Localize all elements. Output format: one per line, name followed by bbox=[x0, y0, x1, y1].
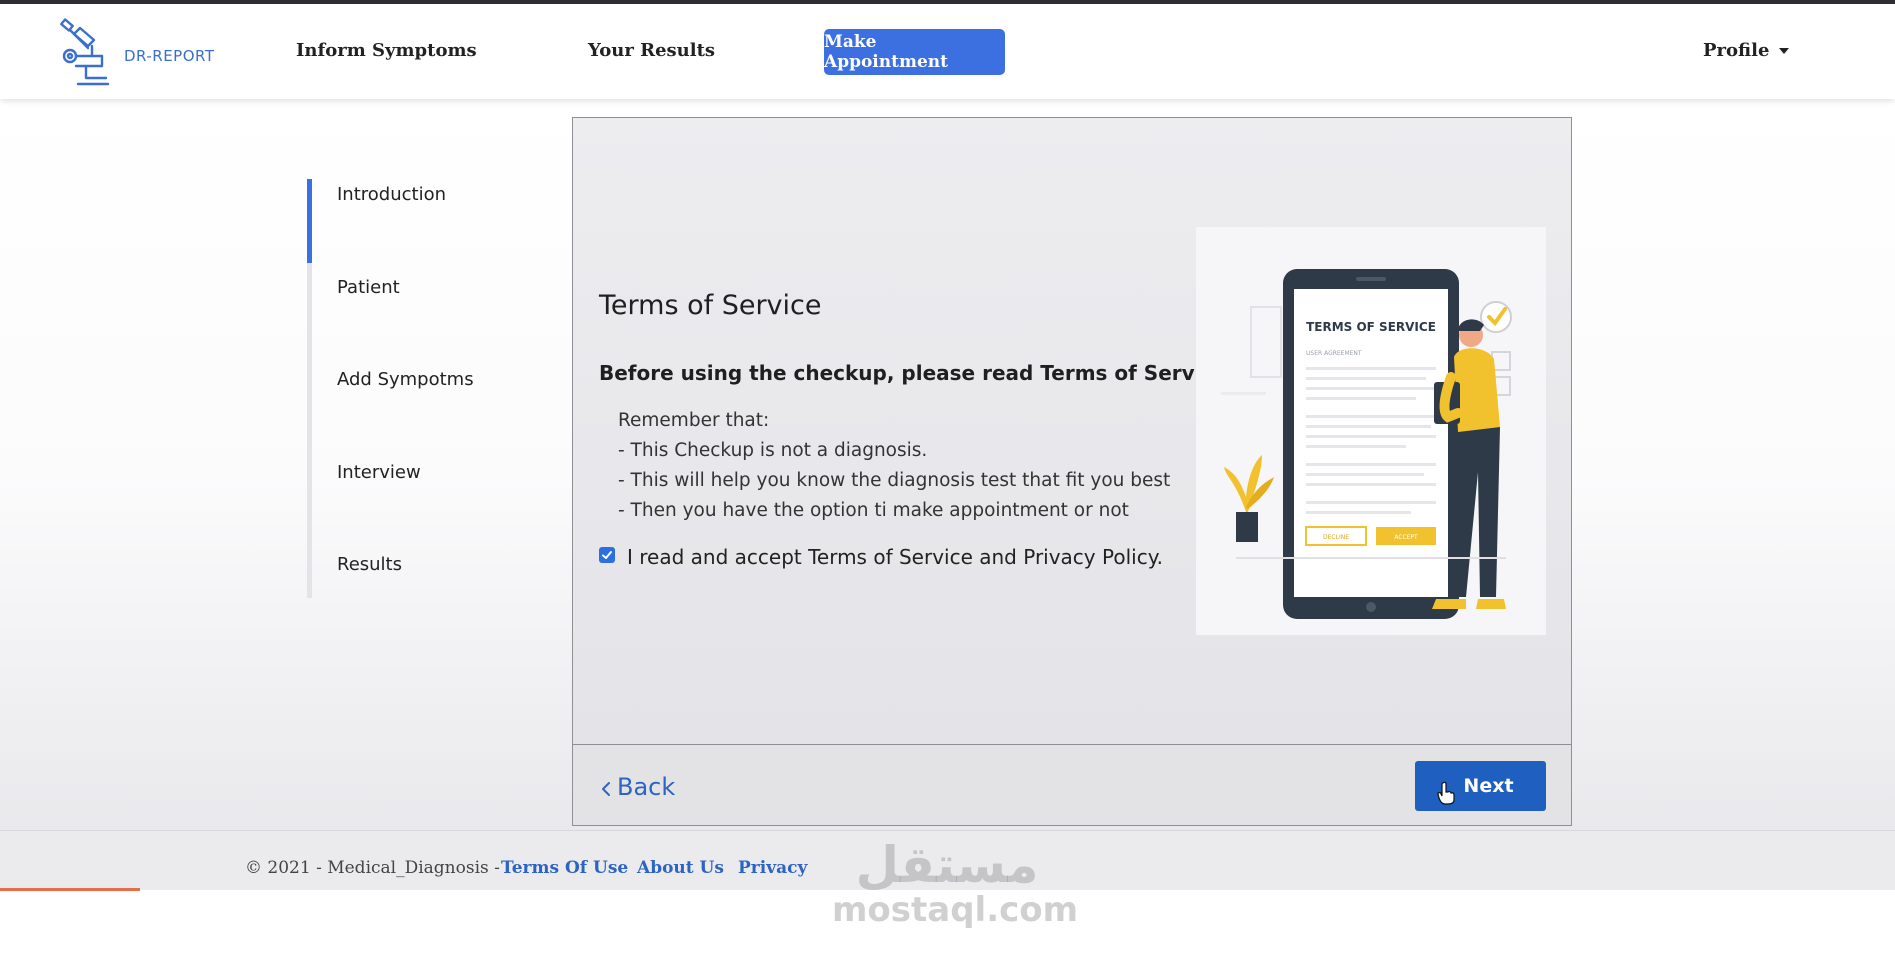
chevron-left-icon bbox=[602, 782, 610, 796]
step-interview[interactable]: Interview bbox=[337, 462, 421, 483]
watermark-arabic: مستقل bbox=[855, 836, 1039, 894]
accept-terms-label: I read and accept Terms of Service and P… bbox=[627, 545, 1164, 569]
footer-about-link[interactable]: About Us bbox=[637, 858, 724, 878]
nav-inform-symptoms[interactable]: Inform Symptoms bbox=[296, 40, 477, 61]
footer-accent-bar bbox=[0, 888, 140, 891]
footer-copyright: © 2021 - Medical_Diagnosis - bbox=[245, 858, 500, 878]
terms-illustration-art: TERMS OF SERVICE USER AGREEMENT DECLINE … bbox=[1221, 269, 1512, 619]
illustration-heading: TERMS OF SERVICE bbox=[1306, 320, 1436, 334]
checkup-card: Terms of Service Before using the checku… bbox=[572, 117, 1572, 826]
footer-privacy-link[interactable]: Privacy bbox=[738, 858, 807, 878]
lead-text: Before using the checkup, please read Te… bbox=[599, 361, 1235, 385]
accept-terms-checkbox[interactable] bbox=[599, 547, 615, 563]
watermark: مستقل mostaql.com bbox=[832, 836, 1079, 930]
hand-cursor-icon bbox=[1437, 781, 1455, 805]
navbar: DR-REPORT Inform Symptoms Your Results M… bbox=[0, 4, 1895, 99]
step-results[interactable]: Results bbox=[337, 554, 402, 575]
nav-your-results[interactable]: Your Results bbox=[588, 40, 715, 61]
list-item: - Then you have the option ti make appoi… bbox=[618, 500, 1129, 521]
card-body: Terms of Service Before using the checku… bbox=[573, 118, 1571, 744]
accept-terms-row: I read and accept Terms of Service and P… bbox=[599, 545, 1163, 569]
back-label: Back bbox=[617, 773, 676, 801]
microscope-icon bbox=[60, 18, 110, 86]
stepper-active-indicator bbox=[307, 179, 312, 263]
list-item: - This will help you know the diagnosis … bbox=[618, 470, 1171, 491]
card-footer: Back Next bbox=[573, 744, 1571, 825]
footer-terms-link[interactable]: Terms Of Use bbox=[501, 858, 628, 878]
logo[interactable]: DR-REPORT bbox=[58, 14, 218, 92]
caret-down-icon bbox=[1779, 47, 1790, 54]
logo-text: DR-REPORT bbox=[124, 47, 215, 65]
page-title: Terms of Service bbox=[599, 290, 822, 321]
check-icon bbox=[602, 551, 612, 559]
next-button[interactable]: Next bbox=[1415, 761, 1546, 811]
remember-list: Remember that: - This Checkup is not a d… bbox=[618, 406, 1170, 526]
back-button[interactable]: Back bbox=[599, 773, 675, 801]
list-item: Remember that: bbox=[618, 410, 770, 431]
watermark-latin: mostaql.com bbox=[832, 890, 1079, 930]
profile-dropdown[interactable]: Profile bbox=[1703, 40, 1790, 61]
step-add-symptoms[interactable]: Add Sympotms bbox=[337, 369, 474, 390]
make-appointment-button[interactable]: Make Appointment bbox=[824, 29, 1005, 75]
stepper: Introduction Patient Add Sympotms Interv… bbox=[307, 179, 527, 598]
list-item: - This Checkup is not a diagnosis. bbox=[618, 440, 928, 461]
illustration-decline: DECLINE bbox=[1323, 534, 1349, 541]
profile-label: Profile bbox=[1703, 40, 1770, 61]
terms-illustration: TERMS OF SERVICE USER AGREEMENT DECLINE … bbox=[1196, 227, 1546, 635]
step-introduction[interactable]: Introduction bbox=[337, 184, 446, 205]
illustration-subheading: USER AGREEMENT bbox=[1306, 350, 1362, 357]
next-label: Next bbox=[1463, 775, 1514, 797]
step-patient[interactable]: Patient bbox=[337, 277, 400, 298]
illustration-accept: ACCEPT bbox=[1394, 534, 1418, 541]
